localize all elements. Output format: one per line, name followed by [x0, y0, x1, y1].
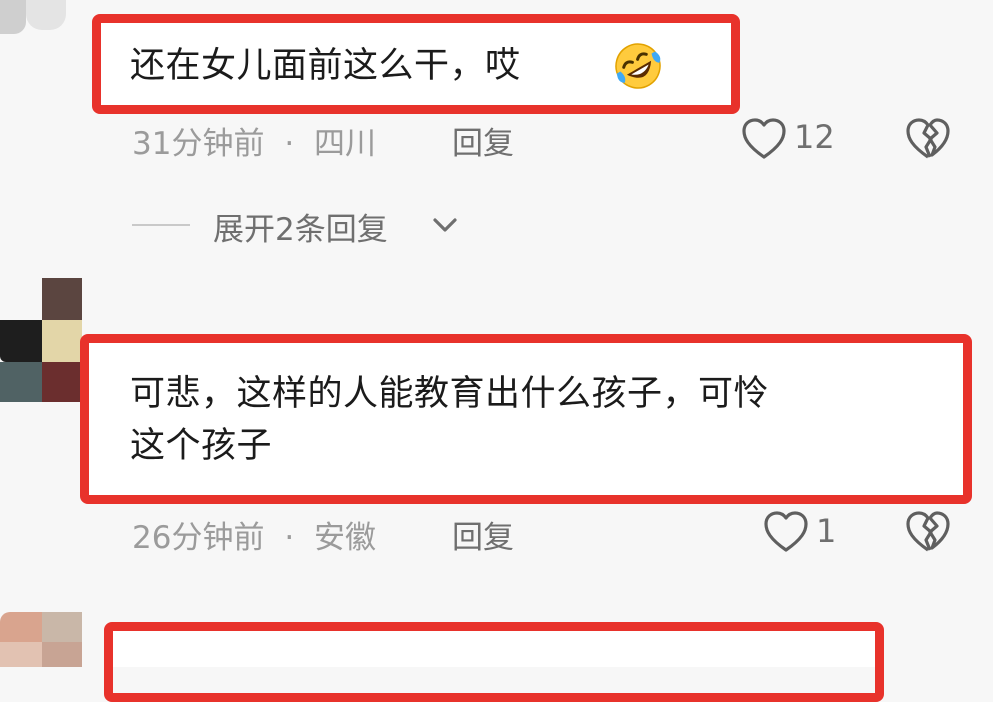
- comment-location: 四川: [314, 126, 377, 162]
- expand-replies-label: 展开2条回复: [213, 212, 388, 248]
- like-count: 1: [816, 512, 837, 550]
- rolling-on-floor-laughing-emoji: [612, 40, 664, 92]
- comment-text: 可悲，这样的人能教育出什么孩子，可怜 这个孩子: [130, 374, 770, 466]
- meta-separator: ·: [284, 520, 295, 556]
- like-count: 12: [794, 118, 835, 156]
- comment-text: 还在女儿面前这么干，哎: [130, 46, 521, 86]
- heart-outline-icon[interactable]: [740, 116, 788, 162]
- broken-heart-icon[interactable]: [904, 116, 952, 162]
- comment-time: 26分钟前: [132, 520, 265, 556]
- reply-button[interactable]: 回复: [452, 512, 514, 557]
- divider-line: [132, 224, 190, 226]
- comment-location: 安徽: [314, 520, 377, 556]
- avatar-blurred[interactable]: [0, 612, 84, 667]
- comment-bubble: [113, 631, 875, 667]
- reply-button[interactable]: 回复: [452, 118, 514, 163]
- heart-outline-icon[interactable]: [762, 509, 810, 555]
- chevron-down-icon[interactable]: [428, 212, 462, 238]
- avatar-blurred[interactable]: [0, 0, 80, 40]
- broken-heart-icon[interactable]: [904, 509, 952, 555]
- avatar-blurred[interactable]: [0, 278, 84, 404]
- comment-time: 31分钟前: [132, 126, 265, 162]
- comment-meta: 31分钟前 · 四川: [132, 118, 376, 163]
- meta-separator: ·: [284, 126, 295, 162]
- comment-meta: 26分钟前 · 安徽: [132, 512, 376, 557]
- expand-replies-button[interactable]: 展开2条回复: [213, 204, 388, 249]
